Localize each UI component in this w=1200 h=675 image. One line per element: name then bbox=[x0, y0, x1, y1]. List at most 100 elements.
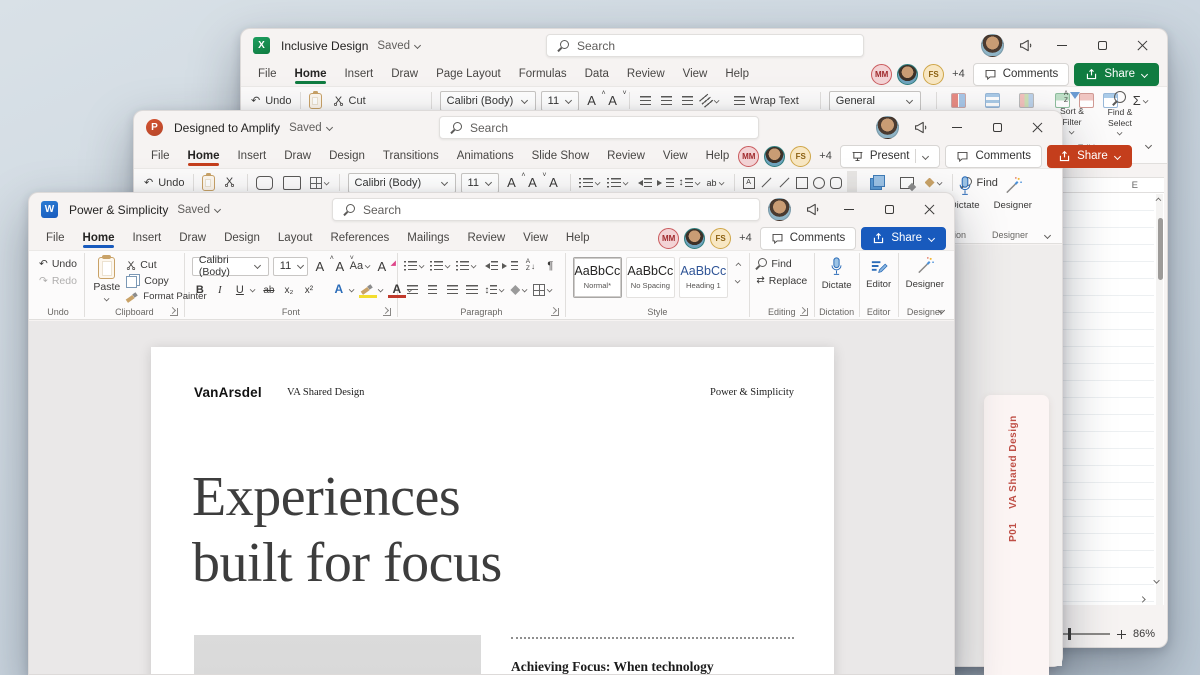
close-button[interactable] bbox=[1024, 116, 1050, 140]
tab-help[interactable]: Help bbox=[697, 148, 739, 164]
style-heading-1[interactable]: AaBbCc Heading 1 bbox=[678, 257, 728, 298]
present-button[interactable]: Present bbox=[839, 144, 941, 168]
align-middle-button[interactable] bbox=[659, 93, 675, 109]
vertical-scrollbar[interactable] bbox=[1156, 194, 1163, 605]
scrollbar-thumb[interactable] bbox=[1157, 218, 1163, 280]
bullet-list-button[interactable] bbox=[578, 175, 602, 191]
tab-formulas[interactable]: Formulas bbox=[510, 66, 576, 82]
tab-file[interactable]: File bbox=[249, 66, 286, 82]
bullet-list-button[interactable] bbox=[404, 258, 426, 274]
excel-search-box[interactable]: Search bbox=[546, 34, 864, 57]
numbered-list-button[interactable] bbox=[606, 175, 630, 191]
tab-transitions[interactable]: Transitions bbox=[374, 148, 448, 164]
styles-scroll-up-icon[interactable] bbox=[735, 262, 741, 268]
shrink-font-button[interactable]: A ˅ bbox=[605, 90, 626, 109]
zoom-in-icon[interactable] bbox=[1116, 629, 1126, 639]
share-button[interactable]: Share bbox=[1074, 62, 1159, 86]
change-case-button[interactable]: Aa bbox=[350, 258, 370, 274]
wrap-text-button[interactable]: Wrap Text bbox=[733, 95, 799, 107]
tab-draw[interactable]: Draw bbox=[170, 230, 215, 246]
maximize-button[interactable] bbox=[984, 116, 1010, 140]
close-button[interactable] bbox=[1129, 34, 1155, 58]
tab-draw[interactable]: Draw bbox=[275, 148, 320, 164]
tab-design[interactable]: Design bbox=[320, 148, 374, 164]
paste-icon[interactable] bbox=[308, 90, 322, 109]
coauthor-avatar-mm[interactable]: MM bbox=[871, 63, 893, 85]
rounded-rectangle-shape-icon[interactable] bbox=[829, 176, 842, 189]
align-bottom-button[interactable] bbox=[680, 93, 696, 109]
redo-button[interactable]: ↷ Redo bbox=[39, 272, 77, 289]
tab-insert[interactable]: Insert bbox=[123, 230, 170, 246]
tab-layout[interactable]: Layout bbox=[269, 230, 322, 246]
more-coauthors[interactable]: +4 bbox=[739, 232, 752, 244]
oval-shape-icon[interactable] bbox=[812, 176, 825, 189]
tab-home[interactable]: Home bbox=[74, 230, 124, 248]
grow-font-button[interactable]: A ˄ bbox=[504, 172, 525, 191]
feedback-megaphone-icon[interactable] bbox=[913, 119, 930, 136]
powerpoint-search-box[interactable]: Search bbox=[439, 116, 759, 139]
new-slide-icon[interactable] bbox=[255, 175, 273, 190]
shrink-font-button[interactable]: A ˅ bbox=[525, 172, 546, 191]
font-name-select[interactable]: Calibri (Body) bbox=[191, 254, 269, 278]
tab-file[interactable]: File bbox=[142, 148, 179, 164]
comments-button[interactable]: Comments bbox=[759, 226, 857, 250]
font-size-select[interactable]: 11 bbox=[540, 90, 579, 111]
line-spacing-button[interactable]: ↕ bbox=[679, 175, 702, 191]
feedback-megaphone-icon[interactable] bbox=[805, 201, 822, 218]
designer-button[interactable]: Designer bbox=[994, 174, 1032, 211]
style-no-spacing[interactable]: AaBbCc No Spacing bbox=[625, 257, 675, 298]
tab-home[interactable]: Home bbox=[179, 148, 229, 166]
strikethrough-button[interactable]: ab bbox=[261, 282, 277, 298]
dictate-button[interactable]: Dictate bbox=[822, 255, 852, 291]
word-search-box[interactable]: Search bbox=[332, 198, 760, 221]
styles-scroll-down-icon[interactable] bbox=[735, 278, 741, 284]
superscript-button[interactable]: x² bbox=[301, 282, 317, 298]
tab-mailings[interactable]: Mailings bbox=[398, 230, 458, 246]
tab-review[interactable]: Review bbox=[458, 230, 514, 246]
style-normal[interactable]: AaBbCc Normal* bbox=[572, 257, 622, 298]
text-direction-button[interactable]: ab bbox=[707, 175, 726, 191]
font-name-select[interactable]: Calibri (Body) bbox=[439, 90, 536, 111]
cut-icon[interactable] bbox=[224, 176, 235, 190]
format-as-table-icon[interactable] bbox=[984, 93, 1000, 108]
font-name-select[interactable]: Calibri (Body) bbox=[347, 172, 456, 193]
conditional-formatting-icon[interactable] bbox=[950, 93, 966, 108]
editing-dialog-launcher[interactable] bbox=[800, 308, 809, 316]
comments-button[interactable]: Comments bbox=[972, 62, 1070, 86]
tab-page-layout[interactable]: Page Layout bbox=[427, 66, 510, 82]
tab-view[interactable]: View bbox=[514, 230, 557, 246]
font-dialog-launcher[interactable] bbox=[382, 308, 391, 316]
cell-styles-icon[interactable] bbox=[1018, 93, 1034, 108]
excel-save-status[interactable]: Saved bbox=[377, 40, 410, 52]
grow-font-button[interactable]: A ˄ bbox=[584, 90, 605, 109]
bold-button[interactable]: B bbox=[192, 282, 208, 298]
image-placeholder[interactable] bbox=[194, 635, 481, 674]
tab-home[interactable]: Home bbox=[286, 66, 336, 84]
grow-font-button[interactable]: A ˄ bbox=[312, 255, 333, 274]
shapes-gallery-scroll[interactable] bbox=[846, 170, 857, 195]
collapse-ribbon-icon[interactable] bbox=[1044, 232, 1052, 240]
highlight-button[interactable] bbox=[358, 282, 377, 298]
chevron-down-icon[interactable] bbox=[214, 206, 222, 214]
paste-icon[interactable] bbox=[201, 172, 215, 191]
paste-button[interactable]: Paste bbox=[91, 255, 126, 304]
coauthor-avatar-mm[interactable]: MM bbox=[738, 145, 760, 167]
coauthor-avatar-mm[interactable]: MM bbox=[658, 227, 680, 249]
cut-button[interactable]: Cut bbox=[333, 95, 366, 107]
editor-button[interactable]: Editor bbox=[866, 255, 891, 290]
align-center-button[interactable] bbox=[424, 282, 440, 298]
more-coauthors[interactable]: +4 bbox=[819, 150, 832, 162]
italic-button[interactable]: I bbox=[212, 282, 228, 298]
user-avatar[interactable] bbox=[768, 198, 791, 221]
column-header-e[interactable]: E bbox=[1132, 180, 1138, 191]
borders-button[interactable] bbox=[533, 282, 554, 298]
word-save-status[interactable]: Saved bbox=[177, 204, 210, 216]
undo-button[interactable]: ↶ Undo bbox=[39, 255, 77, 272]
clipboard-dialog-launcher[interactable] bbox=[170, 308, 179, 316]
coauthor-avatar-fs[interactable]: FS bbox=[790, 145, 812, 167]
increase-indent-button[interactable] bbox=[502, 258, 519, 274]
text-effects-button[interactable]: A bbox=[331, 282, 347, 298]
quick-styles-icon[interactable] bbox=[899, 176, 914, 189]
increase-indent-button[interactable] bbox=[656, 175, 674, 191]
maximize-button[interactable] bbox=[1089, 34, 1115, 58]
